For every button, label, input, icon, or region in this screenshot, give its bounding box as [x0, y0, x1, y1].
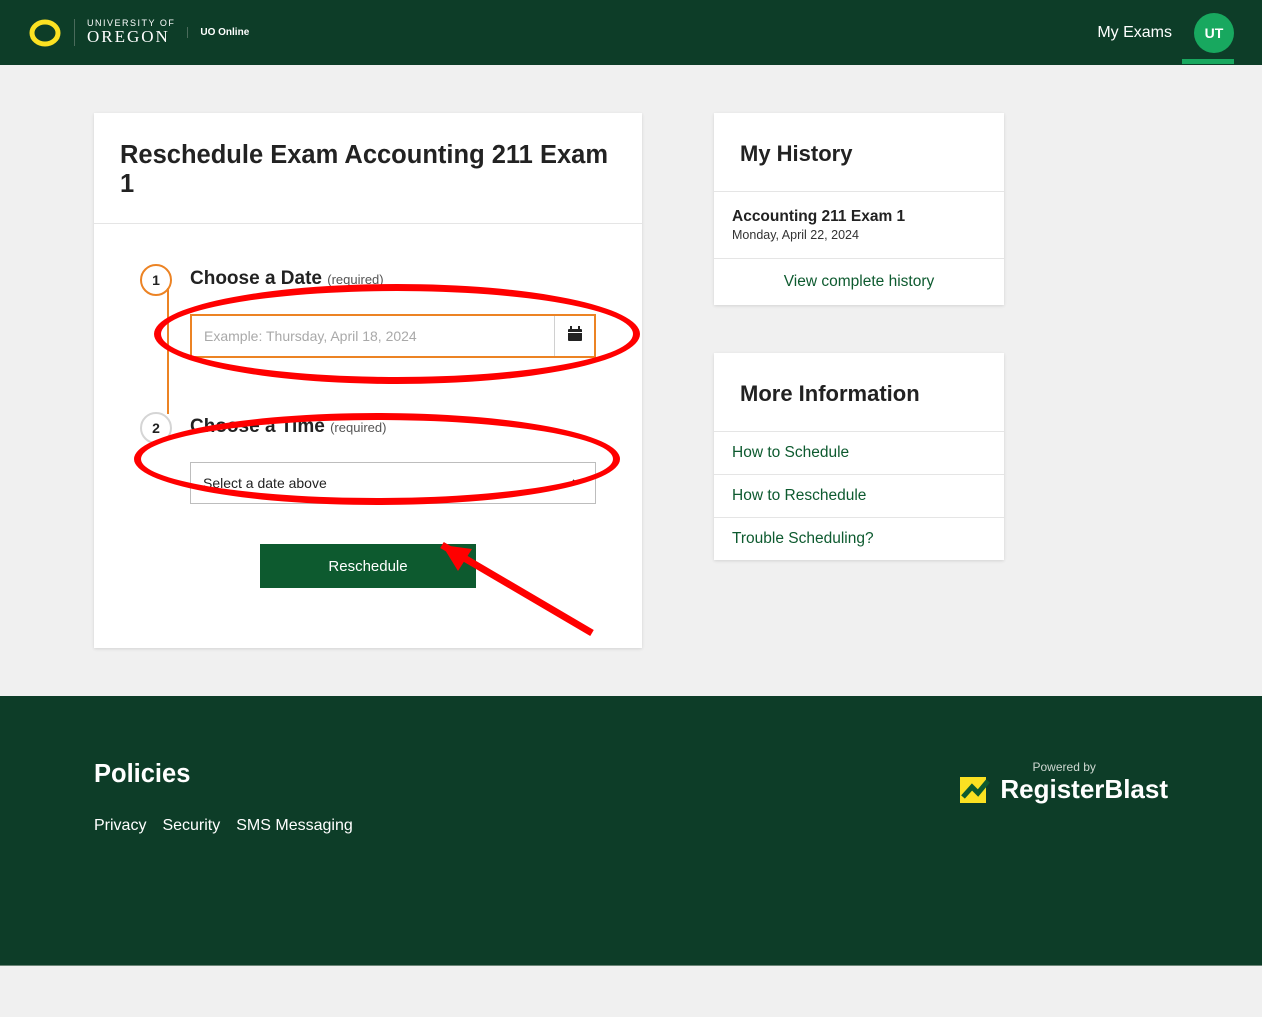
view-complete-history-link[interactable]: View complete history	[714, 258, 1004, 305]
registerblast-brand: RegisterBlast	[960, 774, 1168, 805]
footer-links: Privacy Security SMS Messaging	[94, 817, 353, 835]
history-item: Accounting 211 Exam 1 Monday, April 22, …	[714, 192, 1004, 258]
reschedule-card: Reschedule Exam Accounting 211 Exam 1 1 …	[94, 113, 642, 648]
more-info-links: How to Schedule How to Reschedule Troubl…	[714, 432, 1004, 560]
footer-link-sms[interactable]: SMS Messaging	[236, 817, 353, 835]
history-title: My History	[740, 141, 978, 167]
history-card: My History Accounting 211 Exam 1 Monday,…	[714, 113, 1004, 305]
date-field-wrap	[190, 314, 596, 358]
step-connector-line	[167, 288, 169, 414]
my-exams-link[interactable]: My Exams	[1097, 24, 1172, 42]
step-1-title: Choose a Date	[190, 268, 322, 289]
step-2-required: (required)	[330, 420, 386, 435]
calendar-button[interactable]	[554, 316, 594, 356]
active-tab-underline	[1182, 59, 1234, 64]
calendar-icon	[567, 326, 583, 347]
step-2-label: Choose a Time (required)	[190, 416, 386, 438]
time-select[interactable]: Select a date above	[190, 462, 596, 504]
right-column: My History Accounting 211 Exam 1 Monday,…	[714, 113, 1004, 560]
registerblast-block: Powered by RegisterBlast	[960, 760, 1168, 805]
footer-left: Policies Privacy Security SMS Messaging	[94, 760, 353, 835]
footer-link-privacy[interactable]: Privacy	[94, 817, 146, 835]
time-select-placeholder: Select a date above	[203, 475, 327, 491]
registerblast-name: RegisterBlast	[1000, 774, 1168, 805]
more-info-card-header: More Information	[714, 353, 1004, 432]
history-card-header: My History	[714, 113, 1004, 192]
page-title: Reschedule Exam Accounting 211 Exam 1	[120, 141, 616, 199]
university-of-oregon-wordmark: UNIVERSITY OF OREGON	[74, 19, 175, 46]
header-bar: UNIVERSITY OF OREGON UO Online My Exams …	[0, 0, 1262, 65]
logo-oregon-line: OREGON	[87, 28, 175, 46]
history-item-date: Monday, April 22, 2024	[732, 228, 986, 242]
uo-online-label: UO Online	[187, 27, 249, 38]
main-container: Reschedule Exam Accounting 211 Exam 1 1 …	[0, 65, 1262, 696]
info-link-how-to-schedule[interactable]: How to Schedule	[714, 432, 1004, 474]
more-info-title: More Information	[740, 381, 978, 407]
info-link-trouble-scheduling[interactable]: Trouble Scheduling?	[714, 517, 1004, 560]
header-left: UNIVERSITY OF OREGON UO Online	[28, 19, 249, 47]
registerblast-logo-icon	[960, 775, 990, 805]
reschedule-button[interactable]: Reschedule	[260, 544, 476, 588]
user-avatar[interactable]: UT	[1194, 13, 1234, 53]
reschedule-card-header: Reschedule Exam Accounting 211 Exam 1	[94, 113, 642, 224]
step-number-2: 2	[140, 412, 172, 444]
step-1-required: (required)	[327, 272, 383, 287]
time-field-wrap: Select a date above	[190, 462, 596, 504]
step-1-row: 1 Choose a Date (required)	[140, 264, 596, 296]
step-2-row: 2 Choose a Time (required)	[140, 412, 596, 444]
more-info-card: More Information How to Schedule How to …	[714, 353, 1004, 560]
step-2-title: Choose a Time	[190, 416, 325, 437]
footer-link-security[interactable]: Security	[162, 817, 220, 835]
history-item-title: Accounting 211 Exam 1	[732, 208, 986, 226]
footer-policies-title: Policies	[94, 760, 353, 789]
info-link-how-to-reschedule[interactable]: How to Reschedule	[714, 474, 1004, 517]
reschedule-form: 1 Choose a Date (required)	[94, 224, 642, 588]
header-right: My Exams UT	[1097, 13, 1234, 53]
footer: Policies Privacy Security SMS Messaging …	[0, 696, 1262, 966]
chevron-down-icon	[571, 475, 583, 491]
powered-by-label: Powered by	[960, 760, 1168, 774]
oregon-o-logo-icon	[28, 19, 62, 47]
date-input[interactable]	[192, 316, 554, 356]
step-1-label: Choose a Date (required)	[190, 268, 384, 290]
date-input-group	[190, 314, 596, 358]
